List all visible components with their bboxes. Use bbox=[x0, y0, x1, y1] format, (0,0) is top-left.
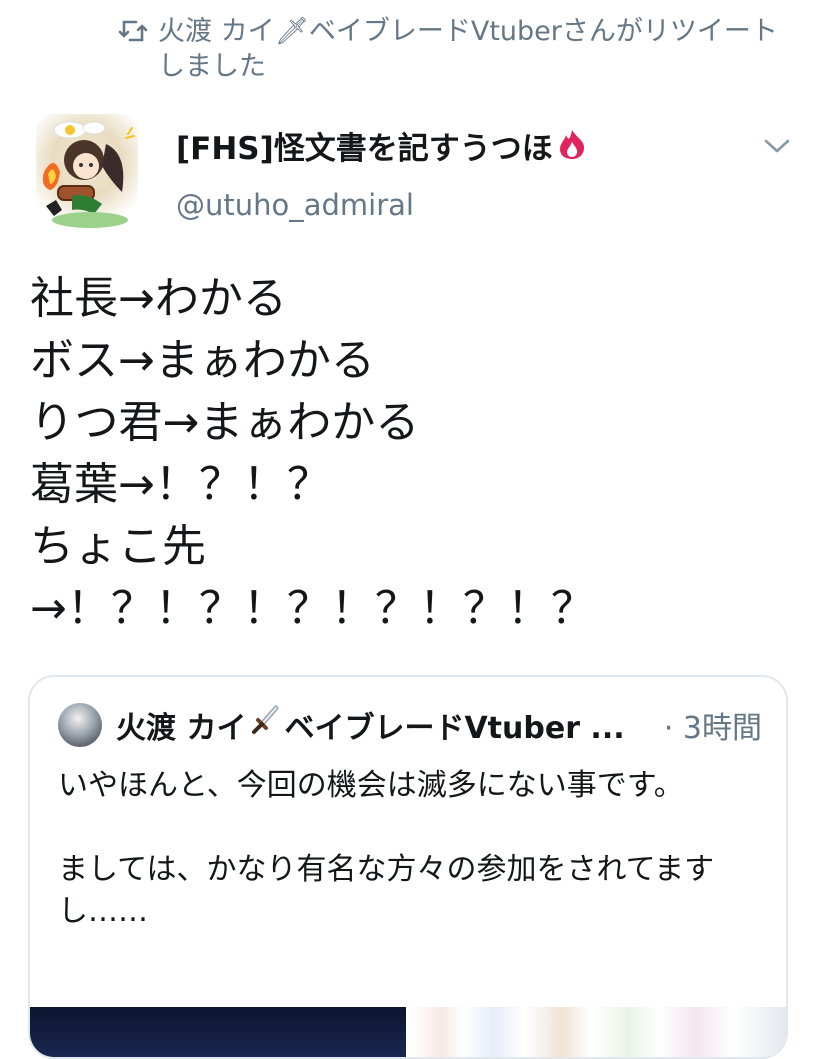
media-image-right[interactable] bbox=[412, 1007, 786, 1057]
dagger-icon bbox=[248, 704, 282, 746]
author-display-name[interactable]: [FHS]怪文書を記すうつほ bbox=[176, 128, 587, 170]
quoted-tweet-time[interactable]: · 3時間 bbox=[664, 703, 762, 747]
quoted-tweet-media[interactable] bbox=[30, 1007, 786, 1057]
quoted-author-name: 火渡 カイ ベイブレードVtuber ... bbox=[116, 703, 625, 747]
quoted-tweet-header: 火渡 カイ ベイブレードVtuber ... · 3時間 bbox=[58, 703, 762, 747]
tweet-text: 社長→わかる ボス→まぁわかる りつ君→まぁわかる 葛葉→！？！？ ちょこ先 →… bbox=[30, 273, 595, 634]
avatar[interactable] bbox=[36, 114, 138, 232]
media-image-left[interactable] bbox=[30, 1007, 406, 1057]
author-handle[interactable]: @utuho_admiral bbox=[176, 188, 414, 222]
quoted-avatar bbox=[58, 703, 102, 747]
quoted-author-name-suffix: ベイブレードVtuber ... bbox=[284, 711, 625, 746]
quoted-tweet[interactable]: 火渡 カイ ベイブレードVtuber ... · 3時間 いやほんと、今回の機会… bbox=[28, 675, 788, 1059]
retweet-icon bbox=[118, 14, 158, 44]
retweet-header[interactable]: 火渡 カイ🗡ベイブレードVtuberさんがリツイートしました bbox=[118, 14, 798, 84]
retweet-label: 火渡 カイ🗡ベイブレードVtuberさんがリツイートしました bbox=[158, 16, 778, 82]
quoted-author-name-text: 火渡 カイ bbox=[116, 711, 247, 746]
chevron-down-icon[interactable] bbox=[764, 138, 790, 158]
quoted-tweet-text: いやほんと、今回の機会は滅多にない事です。 ましては、かなり有名な方々の参加をさ… bbox=[58, 768, 715, 929]
author-name-text: [FHS]怪文書を記すうつほ bbox=[176, 131, 553, 167]
fire-emoji bbox=[557, 128, 587, 170]
tweet-author[interactable]: [FHS]怪文書を記すうつほ @utuho_admiral bbox=[36, 114, 796, 244]
